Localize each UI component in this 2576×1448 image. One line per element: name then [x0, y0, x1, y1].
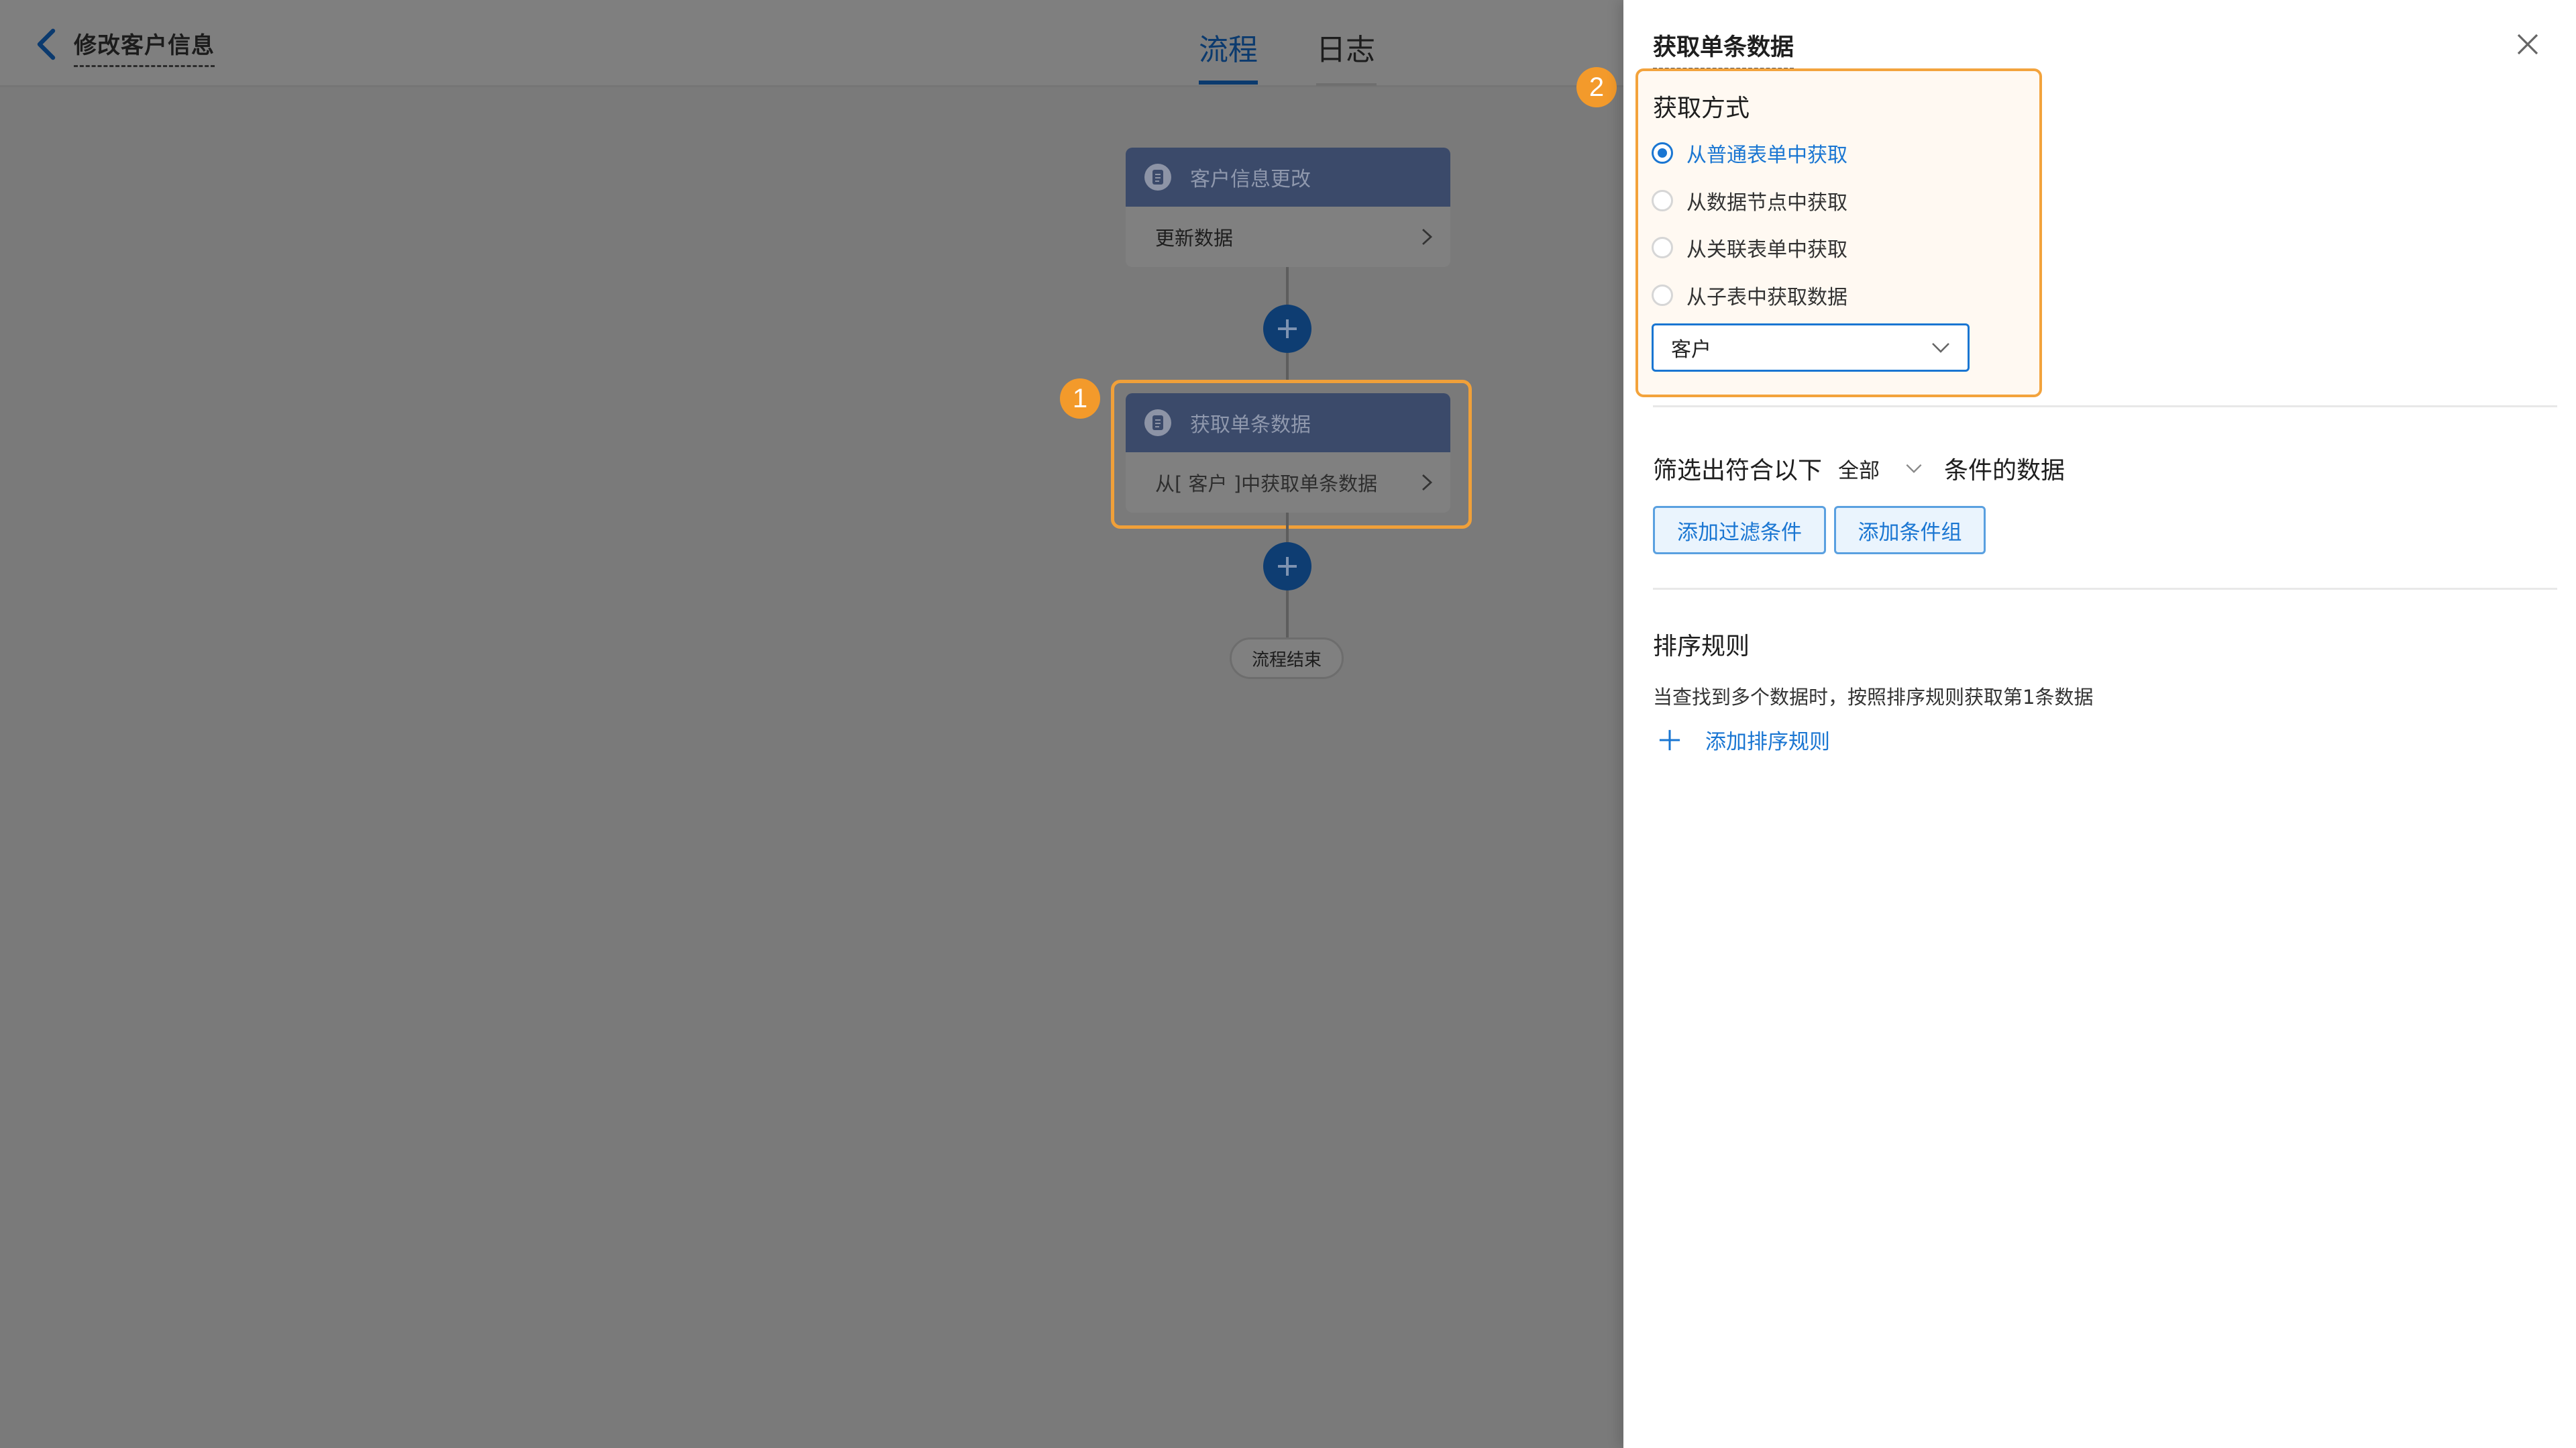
- add-sort-label: 添加排序规则: [1705, 730, 1830, 754]
- select-value: 客户: [1671, 338, 1711, 362]
- node-config-panel: 获取单条数据 获取方式 从普通表单中获取 从数据节点中获取 从关联表单中获取 从…: [1623, 0, 2576, 1448]
- sort-title: 排序规则: [1653, 633, 1750, 660]
- add-node-button[interactable]: [1263, 542, 1311, 590]
- method-label: 获取方式: [1653, 95, 1750, 122]
- panel-title: 获取单条数据: [1653, 28, 1794, 70]
- radio-option-linked-form[interactable]: 从关联表单中获取: [1652, 233, 1847, 262]
- filter-prefix: 筛选出符合以下: [1653, 457, 1823, 484]
- node-title: 客户信息更改: [1190, 168, 1311, 191]
- source-form-select[interactable]: 客户: [1652, 323, 1970, 372]
- radio-label: 从普通表单中获取: [1686, 144, 1847, 167]
- back-icon[interactable]: [32, 25, 59, 63]
- sort-description: 当查找到多个数据时，按照排序规则获取第1条数据: [1653, 686, 2094, 709]
- radio-button[interactable]: [1652, 142, 1673, 164]
- radio-option-data-node[interactable]: 从数据节点中获取: [1652, 186, 1847, 215]
- radio-button[interactable]: [1652, 237, 1673, 258]
- divider: [1653, 588, 2557, 590]
- close-icon[interactable]: [2514, 31, 2541, 58]
- radio-label: 从关联表单中获取: [1686, 238, 1847, 262]
- divider: [1653, 405, 2557, 407]
- form-icon: [1144, 164, 1171, 191]
- radio-button[interactable]: [1652, 285, 1673, 306]
- add-filter-button[interactable]: 添加过滤条件: [1653, 506, 1826, 554]
- top-bar: 修改客户信息 流程 日志: [0, 0, 1623, 87]
- flow-node-trigger[interactable]: 客户信息更改 更新数据: [1126, 148, 1450, 267]
- highlight-frame: [1111, 380, 1472, 529]
- radio-option-subtable[interactable]: 从子表中获取数据: [1652, 280, 1847, 310]
- step-badge: 1: [1060, 378, 1100, 419]
- filter-row: 筛选出符合以下 全部 条件的数据: [1653, 451, 2065, 486]
- chevron-down-icon: [1906, 464, 1922, 473]
- plus-icon: [1659, 729, 1680, 750]
- filter-scope-value: 全部: [1838, 458, 1880, 483]
- tab-log[interactable]: 日志: [1316, 25, 1375, 81]
- node-header: 客户信息更改: [1126, 148, 1450, 207]
- radio-label: 从子表中获取数据: [1686, 286, 1847, 309]
- add-node-button[interactable]: [1263, 305, 1311, 353]
- tab-log-underline: [1316, 83, 1377, 86]
- tab-flow[interactable]: 流程: [1199, 25, 1258, 85]
- radio-label: 从数据节点中获取: [1686, 191, 1847, 215]
- add-sort-rule-button[interactable]: 添加排序规则: [1658, 725, 1830, 755]
- plus-icon: [1278, 557, 1297, 576]
- radio-button[interactable]: [1652, 190, 1673, 211]
- filter-scope-select[interactable]: 全部: [1838, 454, 1923, 484]
- flow-end-label: 流程结束: [1230, 637, 1344, 679]
- chevron-down-icon: [1932, 343, 1949, 353]
- plus-icon: [1278, 319, 1297, 338]
- connector-line: [1286, 590, 1289, 639]
- chevron-right-icon: [1422, 228, 1433, 246]
- add-condition-group-button[interactable]: 添加条件组: [1834, 506, 1986, 554]
- radio-option-normal-form[interactable]: 从普通表单中获取: [1652, 138, 1847, 168]
- node-body[interactable]: 更新数据: [1126, 207, 1450, 267]
- connector-line: [1286, 353, 1289, 380]
- node-description: 更新数据: [1155, 227, 1234, 250]
- flow-canvas: 修改客户信息 流程 日志 客户信息更改 更新数据 获取单条数据 从[客户]中…: [0, 0, 1623, 1448]
- page-title: 修改客户信息: [74, 27, 215, 67]
- filter-suffix: 条件的数据: [1944, 457, 2065, 484]
- step-badge: 2: [1576, 67, 1617, 107]
